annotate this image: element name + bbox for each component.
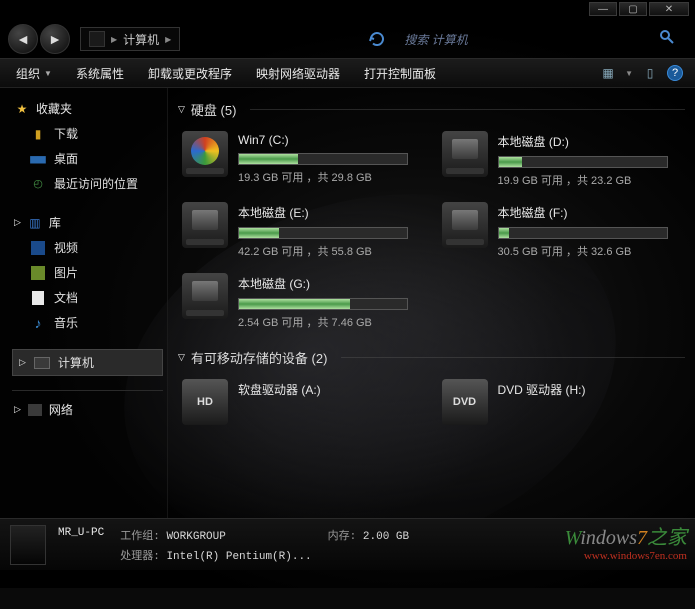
devices-section-head[interactable]: ▽ 有可移动存储的设备 (2) bbox=[178, 344, 685, 375]
status-cpu: Intel(R) Pentium(R)... bbox=[166, 551, 311, 563]
drive-item[interactable]: Win7 (C:) 19.3 GB 可用 ，共 29.8 GB bbox=[178, 127, 426, 192]
toolbar-organize[interactable]: 组织▼ bbox=[4, 59, 64, 88]
computer-icon bbox=[34, 357, 50, 369]
sidebar-item-pictures[interactable]: 图片 bbox=[12, 260, 163, 285]
watermark: Windows7之家 www.windows7en.com bbox=[565, 521, 687, 562]
sidebar-item-network[interactable]: ▷ 网络 bbox=[12, 397, 163, 422]
sidebar-item-downloads[interactable]: ▮下载 bbox=[12, 121, 163, 146]
drive-free-text: 19.9 GB 可用 ，共 23.2 GB bbox=[498, 172, 682, 188]
back-button[interactable]: ◄ bbox=[8, 24, 38, 54]
drive-item[interactable]: 本地磁盘 (G:) 2.54 GB 可用 ，共 7.46 GB bbox=[178, 269, 426, 334]
drive-free-text: 30.5 GB 可用 ，共 32.6 GB bbox=[498, 243, 682, 259]
drive-item[interactable]: 本地磁盘 (D:) 19.9 GB 可用 ，共 23.2 GB bbox=[438, 127, 686, 192]
sidebar-item-documents[interactable]: 文档 bbox=[12, 285, 163, 310]
preview-pane-icon[interactable]: ▯ bbox=[641, 64, 659, 82]
video-icon bbox=[31, 241, 45, 255]
forward-button[interactable]: ► bbox=[40, 24, 70, 54]
device-item[interactable]: DVD DVD 驱动器 (H:) bbox=[438, 375, 686, 429]
drive-name: 本地磁盘 (D:) bbox=[498, 133, 682, 150]
titlebar: — ▢ ✕ bbox=[0, 0, 695, 20]
toolbar-system-props[interactable]: 系统属性 bbox=[64, 59, 136, 88]
network-icon bbox=[28, 404, 42, 416]
search-icon[interactable] bbox=[649, 25, 687, 54]
toolbar-control-panel[interactable]: 打开控制面板 bbox=[352, 59, 448, 88]
drive-icon bbox=[182, 202, 228, 248]
view-mode-icon[interactable]: ▦ bbox=[599, 64, 617, 82]
drive-icon bbox=[442, 131, 488, 177]
drive-name: 本地磁盘 (G:) bbox=[238, 275, 422, 292]
drive-capacity-bar bbox=[238, 298, 408, 310]
drive-item[interactable]: 本地磁盘 (E:) 42.2 GB 可用 ，共 55.8 GB bbox=[178, 198, 426, 263]
drives-section-head[interactable]: ▽ 硬盘 (5) bbox=[178, 96, 685, 127]
device-item[interactable]: HD 软盘驱动器 (A:) bbox=[178, 375, 426, 429]
picture-icon bbox=[31, 266, 45, 280]
sidebar-libraries-head[interactable]: ▷ ▥ 库 bbox=[12, 210, 163, 235]
drive-capacity-bar bbox=[498, 156, 668, 168]
sidebar-favorites-head[interactable]: ★ 收藏夹 bbox=[12, 96, 163, 121]
computer-icon bbox=[89, 31, 105, 47]
minimize-button[interactable]: — bbox=[589, 2, 617, 16]
caret-icon: ▷ bbox=[14, 217, 21, 228]
document-icon bbox=[32, 291, 44, 305]
sidebar-item-desktop[interactable]: ▅▅桌面 bbox=[12, 146, 163, 171]
status-pc-name: MR_U-PC bbox=[58, 527, 104, 543]
drive-name: 本地磁盘 (F:) bbox=[498, 204, 682, 221]
computer-icon bbox=[10, 525, 46, 565]
toolbar-map-drive[interactable]: 映射网络驱动器 bbox=[244, 59, 352, 88]
search-box[interactable]: 搜索 计算机 bbox=[404, 31, 467, 48]
sidebar-item-videos[interactable]: 视频 bbox=[12, 235, 163, 260]
close-button[interactable]: ✕ bbox=[649, 2, 689, 16]
drive-name: Win7 (C:) bbox=[238, 133, 422, 147]
drive-capacity-bar bbox=[238, 227, 408, 239]
device-icon: DVD bbox=[442, 379, 488, 425]
drive-capacity-bar bbox=[498, 227, 668, 239]
drive-icon bbox=[182, 131, 228, 177]
recent-icon: ◴ bbox=[30, 176, 46, 192]
drive-free-text: 2.54 GB 可用 ，共 7.46 GB bbox=[238, 314, 422, 330]
toolbar-uninstall[interactable]: 卸载或更改程序 bbox=[136, 59, 244, 88]
drive-free-text: 42.2 GB 可用 ，共 55.8 GB bbox=[238, 243, 422, 259]
nav-row: ◄ ► ▶ 计算机 ▶ 搜索 计算机 bbox=[0, 20, 695, 58]
download-icon: ▮ bbox=[30, 126, 46, 142]
content-pane: ▽ 硬盘 (5) Win7 (C:) 19.3 GB 可用 ，共 29.8 GB 本… bbox=[168, 88, 695, 518]
drive-icon bbox=[182, 273, 228, 319]
device-name: DVD 驱动器 (H:) bbox=[498, 381, 682, 398]
maximize-button[interactable]: ▢ bbox=[619, 2, 647, 16]
caret-down-icon: ▽ bbox=[178, 352, 185, 363]
caret-icon: ▷ bbox=[14, 404, 21, 415]
search-placeholder: 搜索 计算机 bbox=[404, 31, 467, 48]
sidebar-item-recent[interactable]: ◴最近访问的位置 bbox=[12, 171, 163, 196]
device-icon: HD bbox=[182, 379, 228, 425]
device-name: 软盘驱动器 (A:) bbox=[238, 381, 422, 398]
sidebar-item-music[interactable]: ♪音乐 bbox=[12, 310, 163, 335]
status-workgroup: WORKGROUP bbox=[166, 531, 225, 543]
sidebar-item-computer[interactable]: ▷ 计算机 bbox=[12, 349, 163, 376]
library-icon: ▥ bbox=[27, 215, 43, 231]
drive-item[interactable]: 本地磁盘 (F:) 30.5 GB 可用 ，共 32.6 GB bbox=[438, 198, 686, 263]
caret-down-icon: ▽ bbox=[178, 104, 185, 115]
drive-capacity-bar bbox=[238, 153, 408, 165]
help-icon[interactable]: ? bbox=[667, 65, 683, 81]
drive-icon bbox=[442, 202, 488, 248]
drive-free-text: 19.3 GB 可用 ，共 29.8 GB bbox=[238, 169, 422, 185]
star-icon: ★ bbox=[14, 101, 30, 117]
sidebar: ★ 收藏夹 ▮下载 ▅▅桌面 ◴最近访问的位置 ▷ ▥ 库 视频 图片 文档 ♪… bbox=[0, 88, 168, 518]
breadcrumb-label: 计算机 bbox=[123, 31, 159, 48]
music-icon: ♪ bbox=[30, 315, 46, 331]
desktop-icon: ▅▅ bbox=[30, 151, 46, 167]
address-bar[interactable]: ▶ 计算机 ▶ bbox=[80, 27, 180, 51]
refresh-icon[interactable] bbox=[366, 28, 388, 50]
status-memory: 2.00 GB bbox=[363, 531, 409, 543]
drive-name: 本地磁盘 (E:) bbox=[238, 204, 422, 221]
toolbar: 组织▼ 系统属性 卸载或更改程序 映射网络驱动器 打开控制面板 ▦ ▼ ▯ ? bbox=[0, 58, 695, 88]
caret-icon: ▷ bbox=[19, 357, 26, 368]
